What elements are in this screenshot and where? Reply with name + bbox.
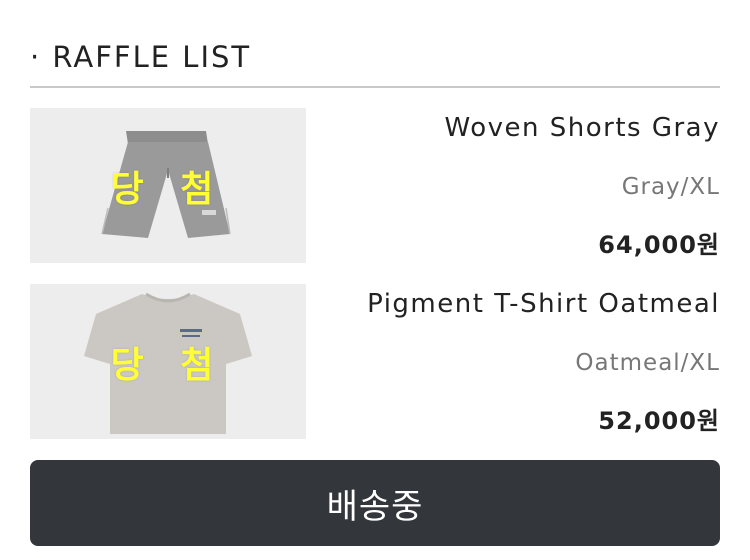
- product-name[interactable]: Pigment T-Shirt Oatmeal: [367, 286, 720, 322]
- section-divider: [30, 86, 720, 88]
- section-title: · RAFFLE LIST: [30, 40, 252, 74]
- product-name[interactable]: Woven Shorts Gray: [445, 110, 720, 146]
- product-image[interactable]: 당 첨: [30, 108, 306, 263]
- product-option: Gray/XL: [621, 174, 720, 200]
- winner-badge: 당 첨: [110, 344, 226, 386]
- raffle-item[interactable]: 당 첨 Woven Shorts Gray Gray/XL 64,000원: [30, 108, 720, 263]
- product-price: 52,000원: [598, 407, 720, 435]
- product-image[interactable]: 당 첨: [30, 284, 306, 439]
- raffle-item[interactable]: 당 첨 Pigment T-Shirt Oatmeal Oatmeal/XL 5…: [30, 284, 720, 439]
- raffle-list-page: · RAFFLE LIST 당 첨 Woven Shorts Gray Gray…: [0, 0, 750, 560]
- product-info: Pigment T-Shirt Oatmeal Oatmeal/XL 52,00…: [320, 284, 720, 439]
- shipping-status-button[interactable]: 배송중: [30, 460, 720, 546]
- winner-badge: 당 첨: [110, 168, 226, 210]
- product-option: Oatmeal/XL: [575, 350, 720, 376]
- product-price: 64,000원: [598, 231, 720, 259]
- product-info: Woven Shorts Gray Gray/XL 64,000원: [320, 108, 720, 263]
